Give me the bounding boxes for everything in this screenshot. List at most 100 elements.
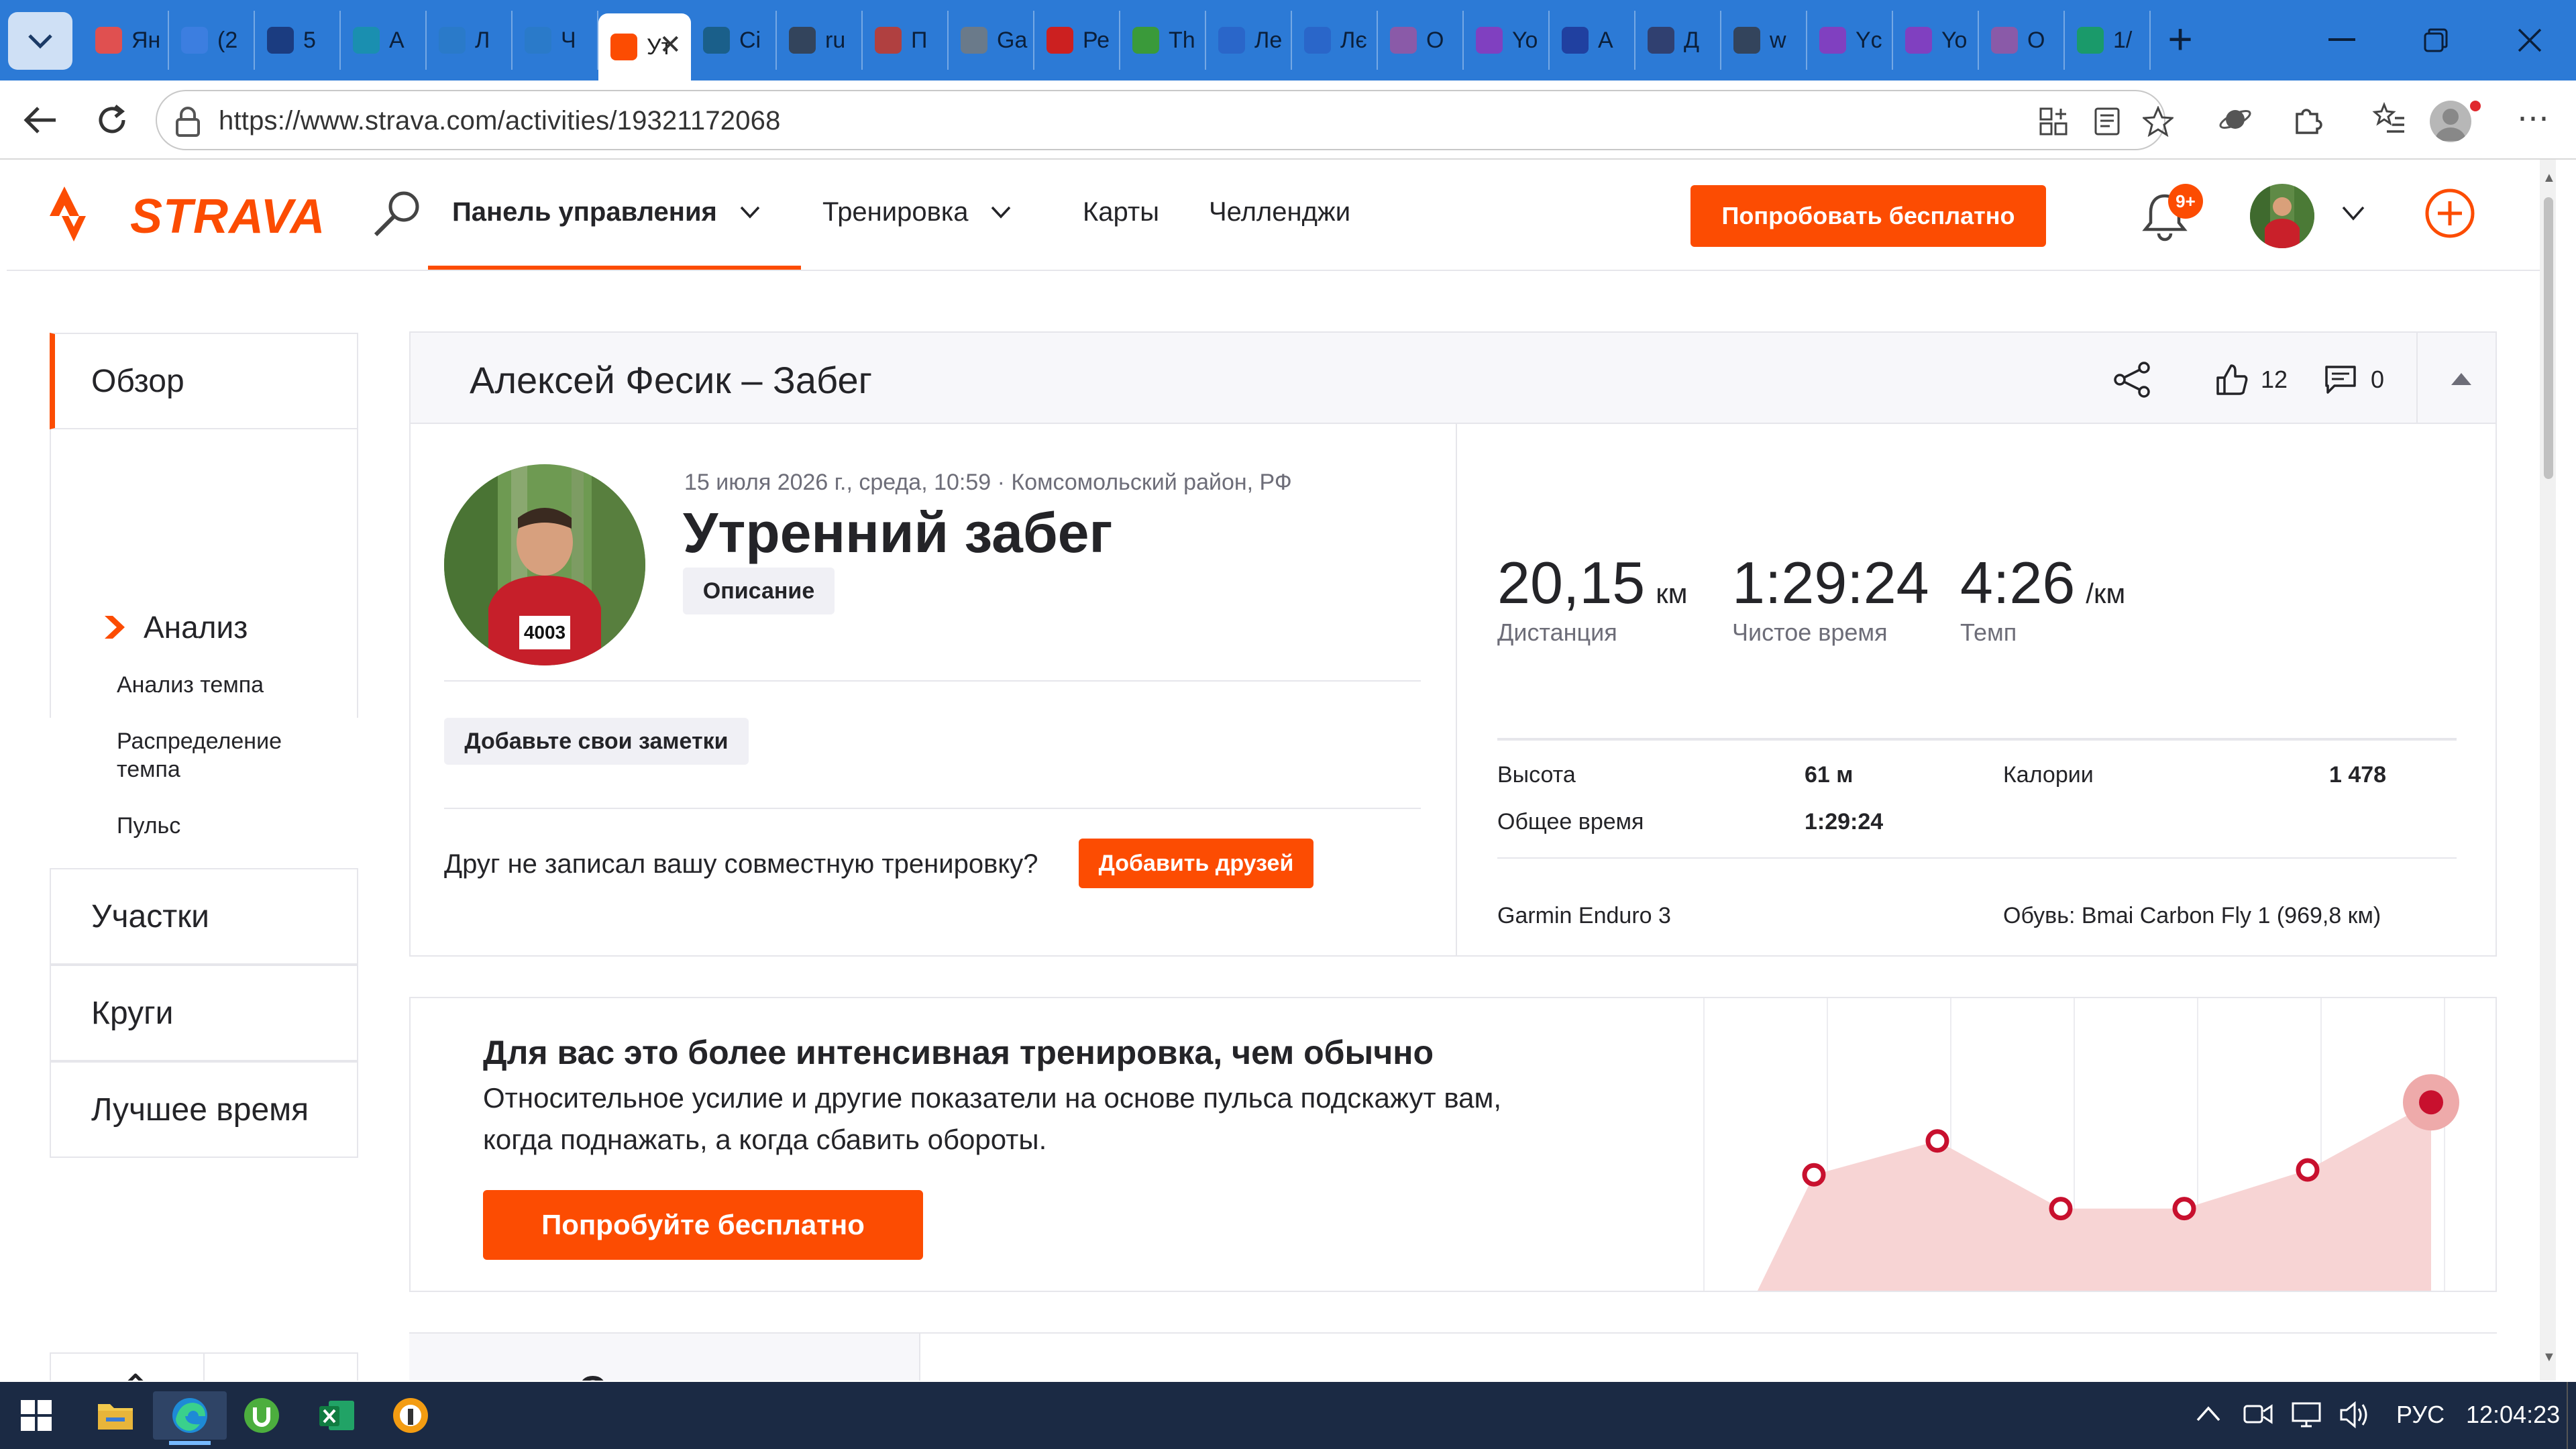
taskbar-excel[interactable]	[313, 1391, 361, 1440]
sidebar-item-analysis[interactable]: Анализ	[103, 609, 248, 645]
tray-clock[interactable]: 12:04:23	[2466, 1401, 2560, 1429]
browser-tab[interactable]: Ут ✕	[598, 13, 691, 80]
favorites-list-icon[interactable]	[2372, 102, 2407, 137]
minimize-button[interactable]	[2305, 15, 2379, 66]
collapse-triangle-icon[interactable]	[2450, 370, 2473, 386]
profile-avatar[interactable]	[2430, 101, 2471, 142]
try-free-button[interactable]: Попробовать бесплатно	[1690, 185, 2046, 247]
tab-actions-menu-button[interactable]	[8, 12, 72, 70]
comments-button[interactable]: 0	[2324, 361, 2384, 398]
segments-tab[interactable]: Отрезки	[409, 1334, 920, 1381]
browser-tab-label: Yo	[1941, 27, 1968, 53]
close-window-button[interactable]	[2493, 15, 2567, 66]
address-bar[interactable]: https://www.strava.com/activities/193211…	[156, 90, 2174, 150]
tray-meet-icon[interactable]	[2243, 1401, 2273, 1434]
triangle-icon	[961, 27, 987, 54]
browser-tab[interactable]: Ле	[1206, 11, 1292, 70]
browser-tab[interactable]: А	[1550, 11, 1635, 70]
browser-tab[interactable]: Ян	[83, 11, 169, 70]
nav-dashboard[interactable]: Панель управления	[452, 197, 760, 227]
taskbar-edge[interactable]	[153, 1391, 227, 1445]
favorite-star-icon[interactable]	[2143, 106, 2174, 137]
restore-button[interactable]	[2399, 15, 2473, 66]
nav-training[interactable]: Тренировка	[822, 197, 1011, 227]
sidebar-link-pace-analysis[interactable]: Анализ темпа	[117, 671, 264, 699]
browser-tab[interactable]: w	[1721, 11, 1807, 70]
browser-tab[interactable]: Ч	[513, 11, 598, 70]
comment-icon	[2325, 366, 2356, 394]
reader-icon[interactable]	[2092, 106, 2123, 137]
header-divider	[2416, 333, 2418, 423]
sidebar-best-efforts-label: Лучшее время	[91, 1091, 309, 1128]
chevron-down-icon[interactable]	[2341, 205, 2365, 221]
browser-tab[interactable]: А	[341, 11, 427, 70]
apps-icon[interactable]	[2038, 106, 2069, 137]
taskbar-file-explorer[interactable]	[91, 1391, 140, 1440]
browser-tab[interactable]: О	[1979, 11, 2065, 70]
browser-tab[interactable]: 5	[255, 11, 341, 70]
description-button[interactable]: Описание	[683, 568, 835, 614]
browser-tab[interactable]: ru	[777, 11, 863, 70]
sidebar-item-segments[interactable]: Участки	[50, 868, 358, 965]
nav-maps[interactable]: Карты	[1083, 197, 1159, 227]
planet-icon[interactable]	[2218, 102, 2253, 137]
sidebar-item-overview[interactable]: Обзор	[50, 333, 358, 429]
close-tab-icon[interactable]: ✕	[659, 30, 682, 60]
user-avatar[interactable]	[2250, 184, 2314, 248]
start-button[interactable]	[12, 1391, 60, 1440]
sidebar-item-laps[interactable]: Круги	[50, 965, 358, 1061]
chevron-down-icon	[740, 206, 760, 219]
browser-tab[interactable]: Th	[1120, 11, 1206, 70]
add-activity-icon[interactable]	[2423, 186, 2477, 240]
browser-tab[interactable]: Л	[427, 11, 513, 70]
strava-wordmark[interactable]: STRAVA	[130, 189, 325, 244]
tray-language[interactable]: РУС	[2396, 1401, 2445, 1429]
share-button[interactable]	[2112, 361, 2152, 398]
more-actions-button[interactable]	[203, 1354, 357, 1381]
athlete-photo[interactable]: 4003	[444, 464, 645, 665]
scrollbar-thumb[interactable]	[2544, 197, 2553, 479]
browser-menu-icon[interactable]: ⋯	[2517, 99, 2551, 137]
scroll-down-arrow-icon[interactable]: ▼	[2542, 1350, 2556, 1365]
reload-button[interactable]	[89, 97, 136, 144]
back-button[interactable]	[16, 97, 63, 144]
browser-tab[interactable]: Ре	[1034, 11, 1120, 70]
sidebar-item-best-efforts[interactable]: Лучшее время	[50, 1061, 358, 1158]
edit-button[interactable]	[51, 1354, 203, 1381]
runner-icon	[353, 27, 380, 54]
tray-volume-icon[interactable]	[2339, 1401, 2371, 1435]
browser-tab[interactable]: (2	[169, 11, 255, 70]
sidebar-link-pace-distribution[interactable]: Распределение темпа	[117, 727, 282, 784]
effort-try-free-button[interactable]: Попробуйте бесплатно	[483, 1190, 923, 1260]
sidebar-link-heart-rate[interactable]: Пульс	[117, 812, 180, 840]
kudos-button[interactable]: 12	[2215, 361, 2288, 398]
shoes-info[interactable]: Обувь: Bmai Carbon Fly 1 (969,8 км)	[2003, 903, 2381, 929]
browser-tab[interactable]: Лє	[1292, 11, 1378, 70]
extensions-icon[interactable]	[2290, 102, 2325, 137]
browser-tab[interactable]: Yo	[1464, 11, 1550, 70]
browser-tab[interactable]: Yo	[1893, 11, 1979, 70]
browser-tab[interactable]: Д	[1635, 11, 1721, 70]
browser-tab[interactable]: О	[1378, 11, 1464, 70]
show-desktop-button[interactable]	[2567, 1382, 2576, 1449]
browser-tab[interactable]: Yc	[1807, 11, 1893, 70]
scroll-up-arrow-icon[interactable]: ▲	[2542, 170, 2556, 186]
taskbar-utorrent[interactable]	[237, 1391, 286, 1440]
browser-tab[interactable]: 1/	[2065, 11, 2151, 70]
search-icon[interactable]	[369, 186, 425, 243]
browser-tab[interactable]: Сі	[691, 11, 777, 70]
tray-overflow-chevron-icon[interactable]	[2195, 1401, 2222, 1429]
tray-network-icon[interactable]	[2290, 1401, 2322, 1435]
taskbar-app-circle[interactable]	[386, 1391, 435, 1440]
nav-challenges[interactable]: Челленджи	[1209, 197, 1350, 227]
browser-tab[interactable]: П	[863, 11, 949, 70]
browser-tab-label: (2	[217, 27, 238, 53]
browser-tab[interactable]: Ga	[949, 11, 1034, 70]
add-friends-button[interactable]: Добавить друзей	[1079, 839, 1313, 888]
lock-icon	[176, 107, 200, 137]
stat-distance: 20,15 км	[1497, 549, 1687, 617]
new-tab-button[interactable]: +	[2160, 17, 2200, 60]
strava-logo-icon[interactable]	[47, 184, 102, 244]
browser-tab-strip: Ян (2 5 А Л Ч Ут ✕ Сі ru П Ga Ре Th Ле Лє О Yo А Дw Yc Yo О 1/ …	[0, 0, 2576, 80]
add-notes-button[interactable]: Добавьте свои заметки	[444, 718, 749, 765]
